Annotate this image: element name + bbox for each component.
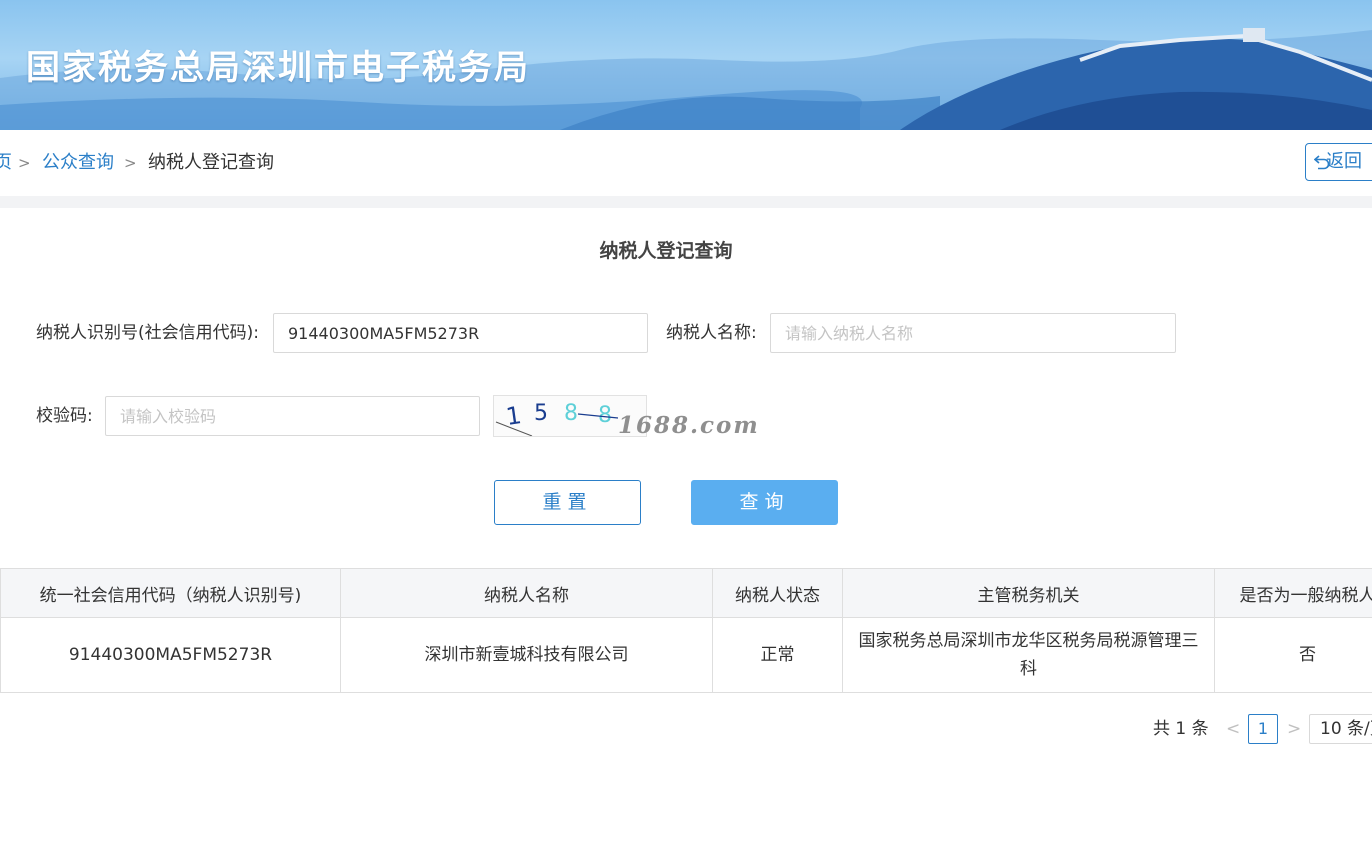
- pagination-next-button[interactable]: >: [1287, 716, 1301, 742]
- captcha-digit: 5: [534, 401, 548, 426]
- back-label: 返回: [1326, 151, 1362, 172]
- pagination-total: 共 1 条: [1153, 719, 1209, 739]
- breadcrumb-separator: >: [18, 154, 31, 172]
- table-header-row: 统一社会信用代码（纳税人识别号) 纳税人名称 纳税人状态 主管税务机关 是否为一…: [0, 568, 1372, 618]
- site-title: 国家税务总局深圳市电子税务局: [26, 48, 530, 88]
- breadcrumb-public-query[interactable]: 公众查询: [42, 150, 114, 176]
- column-header-status: 纳税人状态: [712, 568, 843, 618]
- result-table: 统一社会信用代码（纳税人识别号) 纳税人名称 纳税人状态 主管税务机关 是否为一…: [0, 568, 1372, 693]
- breadcrumb-separator: >: [124, 154, 137, 172]
- cell-general-taxpayer: 否: [1214, 617, 1372, 693]
- cell-taxpayer-name: 深圳市新壹城科技有限公司: [340, 617, 713, 693]
- page-title: 纳税人登记查询: [599, 240, 733, 262]
- header-banner: 国家税务总局深圳市电子税务局: [0, 0, 1372, 130]
- column-header-taxpayer-name: 纳税人名称: [340, 568, 713, 618]
- back-button[interactable]: 返回: [1305, 143, 1372, 181]
- pagination-page-1[interactable]: 1: [1248, 714, 1278, 744]
- breadcrumb-home[interactable]: 页: [0, 150, 12, 176]
- watermark-text: 1688.com: [618, 412, 760, 439]
- taxpayer-name-label: 纳税人名称:: [666, 323, 757, 343]
- column-header-tax-authority: 主管税务机关: [842, 568, 1215, 618]
- taxpayer-name-input[interactable]: [770, 313, 1176, 353]
- pagination-prev-button[interactable]: <: [1226, 716, 1240, 742]
- return-arrow-icon: [1314, 155, 1330, 170]
- page-size-select[interactable]: 10 条/页: [1309, 714, 1372, 744]
- cell-credit-code: 91440300MA5FM5273R: [0, 617, 341, 693]
- captcha-input[interactable]: [105, 396, 480, 436]
- query-button[interactable]: 查询: [691, 480, 838, 525]
- captcha-label: 校验码:: [36, 406, 93, 426]
- taxpayer-id-label: 纳税人识别号(社会信用代码):: [36, 323, 259, 343]
- captcha-digit: 8: [564, 401, 578, 426]
- cell-status: 正常: [712, 617, 843, 693]
- breadcrumb: 页 > 公众查询 > 纳税人登记查询 返回: [0, 130, 1372, 196]
- captcha-digit: 8: [598, 403, 612, 428]
- cell-tax-authority: 国家税务总局深圳市龙华区税务局税源管理三科: [842, 617, 1215, 693]
- column-header-credit-code: 统一社会信用代码（纳税人识别号): [0, 568, 341, 618]
- breadcrumb-current: 纳税人登记查询: [148, 152, 274, 173]
- column-header-general-taxpayer: 是否为一般纳税人: [1214, 568, 1372, 618]
- reset-button[interactable]: 重置: [494, 480, 641, 525]
- divider-band: [0, 196, 1372, 208]
- table-row: 91440300MA5FM5273R 深圳市新壹城科技有限公司 正常 国家税务总…: [0, 617, 1372, 693]
- taxpayer-id-input[interactable]: [273, 313, 648, 353]
